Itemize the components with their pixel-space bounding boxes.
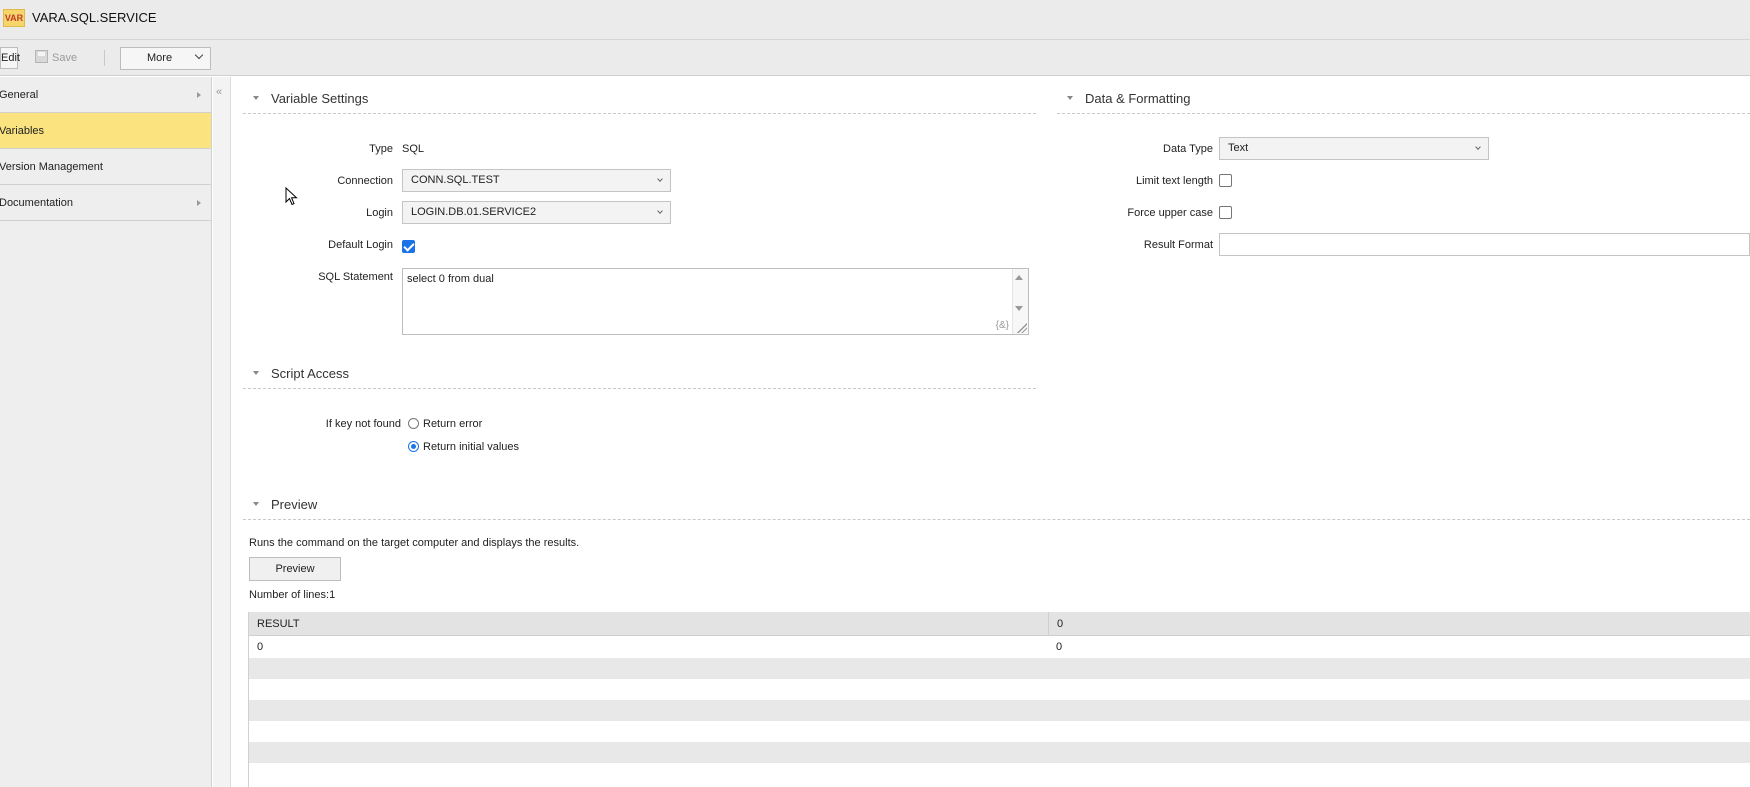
window-title: VARA.SQL.SERVICE <box>32 10 157 25</box>
limit-text-length-checkbox[interactable] <box>1219 174 1232 187</box>
collapse-triangle-icon <box>253 371 259 375</box>
sidebar-item-label: Variables <box>0 125 45 137</box>
table-header-row: RESULT 0 <box>249 612 1750 636</box>
mouse-cursor-icon <box>285 187 298 206</box>
connection-label: Connection <box>337 175 393 187</box>
collapse-left-icon[interactable]: « <box>216 86 222 98</box>
sidebar-item-label: Version Management <box>0 161 103 173</box>
sql-statement-textarea[interactable]: select 0 from dual {&} <box>402 268 1029 335</box>
more-label: More <box>147 52 173 64</box>
save-disk-icon <box>35 50 48 63</box>
preview-button[interactable]: Preview <box>249 557 341 581</box>
save-button[interactable]: Save <box>35 49 77 67</box>
edit-button[interactable]: Edit <box>0 47 20 69</box>
table-row[interactable]: 0 0 <box>249 637 1750 658</box>
type-value: SQL <box>402 143 425 155</box>
default-login-checkbox[interactable] <box>402 240 415 253</box>
login-label: Login <box>366 207 393 219</box>
if-key-not-found-label: If key not found <box>325 418 401 430</box>
collapse-triangle-icon <box>253 502 259 506</box>
data-type-value: Text <box>1228 142 1249 154</box>
number-of-lines-text: Number of lines:1 <box>249 589 336 601</box>
preview-results-table: RESULT 0 0 0 <box>248 612 1750 787</box>
sidebar-item-documentation[interactable]: Documentation <box>0 185 211 221</box>
section-script-access[interactable]: Script Access <box>243 359 1036 389</box>
sidebar-item-label: General <box>0 89 39 101</box>
data-type-select[interactable]: Text <box>1219 137 1489 160</box>
resize-grip-icon[interactable] <box>1017 323 1027 333</box>
save-label: Save <box>52 52 78 64</box>
section-title: Data & Formatting <box>1085 91 1191 106</box>
toolbar-separator <box>104 50 105 66</box>
return-error-label[interactable]: Return error <box>423 418 482 430</box>
chevron-right-icon <box>197 200 201 206</box>
section-title: Preview <box>271 497 318 512</box>
table-row-empty <box>249 763 1750 784</box>
return-error-radio[interactable] <box>408 418 419 429</box>
column-header-0[interactable]: 0 <box>1048 612 1750 636</box>
section-title: Variable Settings <box>271 91 369 106</box>
table-row-empty <box>249 658 1750 679</box>
login-select[interactable]: LOGIN.DB.01.SERVICE2 <box>402 201 671 224</box>
section-data-formatting[interactable]: Data & Formatting <box>1057 84 1750 114</box>
table-cell: 0 <box>257 641 264 653</box>
column-header-result[interactable]: RESULT <box>249 612 1048 636</box>
sql-statement-text: select 0 from dual <box>407 273 494 285</box>
vara-object-icon: VAR <box>3 9 25 27</box>
title-bar: VAR VARA.SQL.SERVICE <box>0 0 1750 40</box>
scroll-down-icon[interactable] <box>1015 306 1023 311</box>
type-label: Type <box>369 143 393 155</box>
section-preview[interactable]: Preview <box>243 490 1750 520</box>
force-upper-case-label: Force upper case <box>1127 207 1213 219</box>
chevron-down-icon <box>194 50 204 60</box>
section-variable-settings[interactable]: Variable Settings <box>243 84 1036 114</box>
sidebar-item-variables[interactable]: Variables <box>0 113 211 149</box>
default-login-label: Default Login <box>328 239 393 251</box>
toolbar: Edit Save More <box>0 40 1750 76</box>
sidebar-nav: General Variables Version Management Doc… <box>0 77 212 787</box>
collapse-triangle-icon <box>253 96 259 100</box>
sidebar-item-label: Documentation <box>0 197 73 209</box>
table-row-empty <box>249 679 1750 700</box>
scroll-up-icon[interactable] <box>1015 275 1023 280</box>
table-row-empty <box>249 700 1750 721</box>
table-cell: 0 <box>1056 641 1063 653</box>
sidebar-collapse-strip[interactable]: « <box>213 77 231 787</box>
login-value: LOGIN.DB.01.SERVICE2 <box>411 206 537 218</box>
section-title: Script Access <box>271 366 350 381</box>
table-row-empty <box>249 742 1750 763</box>
chevron-right-icon <box>197 92 201 98</box>
sidebar-item-version-management[interactable]: Version Management <box>0 149 211 185</box>
preview-description: Runs the command on the target computer … <box>249 537 580 549</box>
sql-statement-label: SQL Statement <box>318 271 393 283</box>
table-row-empty <box>249 721 1750 742</box>
result-format-input[interactable] <box>1219 233 1750 256</box>
insert-variable-icon[interactable]: {&} <box>996 320 1009 331</box>
chevron-down-icon <box>1475 144 1481 150</box>
chevron-down-icon <box>657 176 663 182</box>
more-dropdown-button[interactable]: More <box>120 47 211 70</box>
connection-value: CONN.SQL.TEST <box>411 174 500 186</box>
connection-select[interactable]: CONN.SQL.TEST <box>402 169 671 192</box>
force-upper-case-checkbox[interactable] <box>1219 206 1232 219</box>
return-initial-values-radio[interactable] <box>408 441 419 452</box>
data-type-label: Data Type <box>1163 143 1213 155</box>
return-initial-values-label[interactable]: Return initial values <box>423 441 519 453</box>
limit-text-length-label: Limit text length <box>1135 175 1213 187</box>
chevron-down-icon <box>657 208 663 214</box>
result-format-label: Result Format <box>1143 239 1213 251</box>
sidebar-item-general[interactable]: General <box>0 77 211 113</box>
collapse-triangle-icon <box>1067 96 1073 100</box>
